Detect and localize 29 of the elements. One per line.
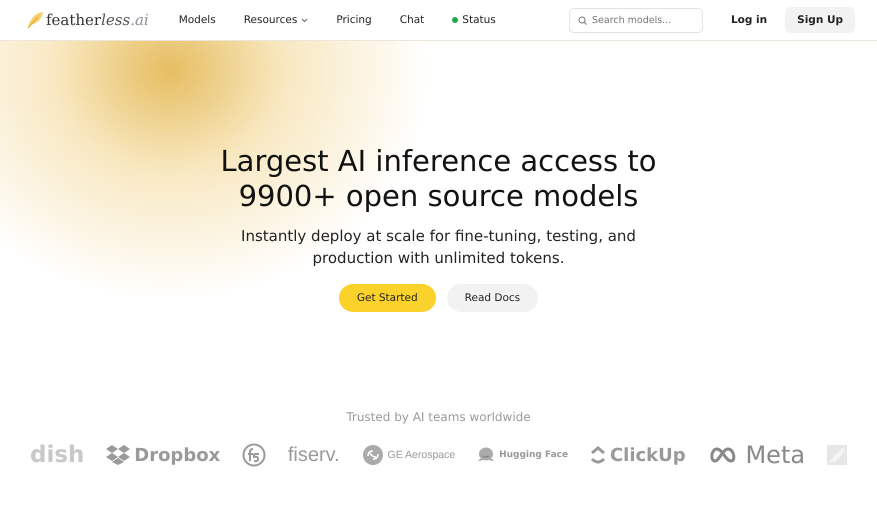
search-field[interactable]: Search models... xyxy=(568,8,703,32)
company-wordmark: Hugging Face xyxy=(499,450,568,460)
nav-label: Status xyxy=(462,14,496,26)
caret-icon xyxy=(301,18,308,22)
login-button[interactable]: Log in xyxy=(716,8,782,32)
nav-link[interactable]: Pricing xyxy=(336,14,372,26)
nav-link[interactable]: Status xyxy=(452,14,496,26)
faded-square-icon xyxy=(826,445,847,465)
hero-subtitle: Instantly deploy at scale for fine-tuning, testing, and production with unlimited tokens. xyxy=(240,226,637,269)
company-wordmark: fiserv. xyxy=(288,444,340,466)
trusted-caption: Trusted by AI teams worldwide xyxy=(345,410,532,424)
company-wordmark: ClickUp xyxy=(610,444,686,466)
smiley-face-icon xyxy=(477,447,496,463)
company-wordmark: Dropbox xyxy=(134,444,220,466)
circle-emblem-icon xyxy=(242,443,266,467)
box-stack-icon xyxy=(106,445,130,465)
company-wordmark: GE Aerospace xyxy=(388,449,456,461)
search-icon xyxy=(578,16,587,24)
brand-name[interactable]: featherless.ai xyxy=(46,11,149,29)
hero-title: Largest AI inference access to 9900+ open source models xyxy=(220,144,658,214)
chevrons-icon xyxy=(590,445,606,465)
nav-link[interactable]: Models xyxy=(178,14,216,26)
read-docs-button[interactable]: Read Docs xyxy=(446,284,538,312)
signup-button[interactable]: Sign Up xyxy=(785,7,855,33)
company-wordmark: Meta xyxy=(745,441,806,469)
get-started-button[interactable]: Get Started xyxy=(338,284,436,312)
feather-icon xyxy=(26,11,44,29)
nav-link[interactable]: Chat xyxy=(400,14,424,26)
nav-link[interactable]: Resources xyxy=(244,14,308,26)
